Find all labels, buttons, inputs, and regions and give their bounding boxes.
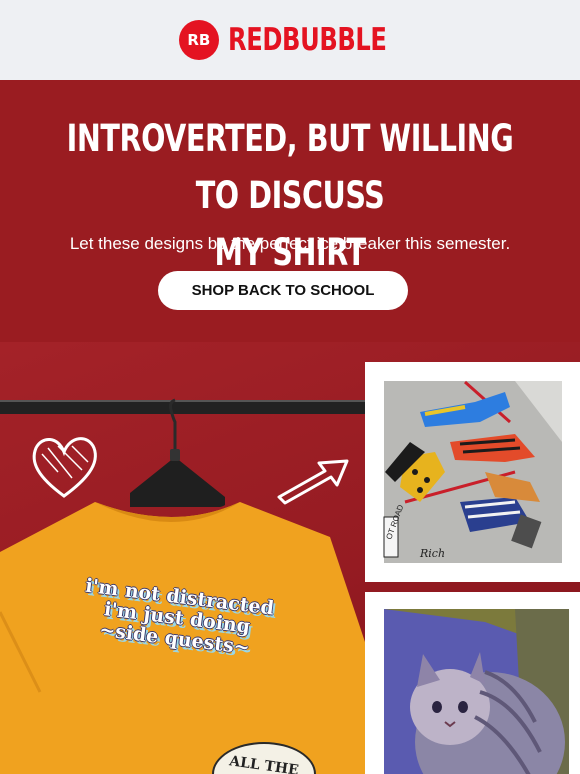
art-print-kitten[interactable]	[365, 592, 580, 774]
art-print-greyhounds[interactable]: OT ROAD Rich	[365, 362, 580, 582]
hero-headline: INTROVERTED, BUT WILLING TO DISCUSS MY S…	[66, 117, 514, 274]
rb-logo-icon: RB	[178, 20, 219, 60]
brand-wordmark: REDBUBBLE	[227, 22, 387, 58]
svg-text:Rich: Rich	[419, 547, 445, 560]
email-header: RB REDBUBBLE	[0, 0, 580, 80]
shop-back-to-school-button[interactable]: SHOP BACK TO SCHOOL	[158, 271, 408, 310]
product-showcase[interactable]: i'm not distracted i'm just doing ~side …	[0, 342, 580, 774]
hero-subtext: Let these designs be the perfect ice bre…	[69, 234, 511, 253]
redbubble-logo[interactable]: RB REDBUBBLE	[178, 20, 391, 60]
